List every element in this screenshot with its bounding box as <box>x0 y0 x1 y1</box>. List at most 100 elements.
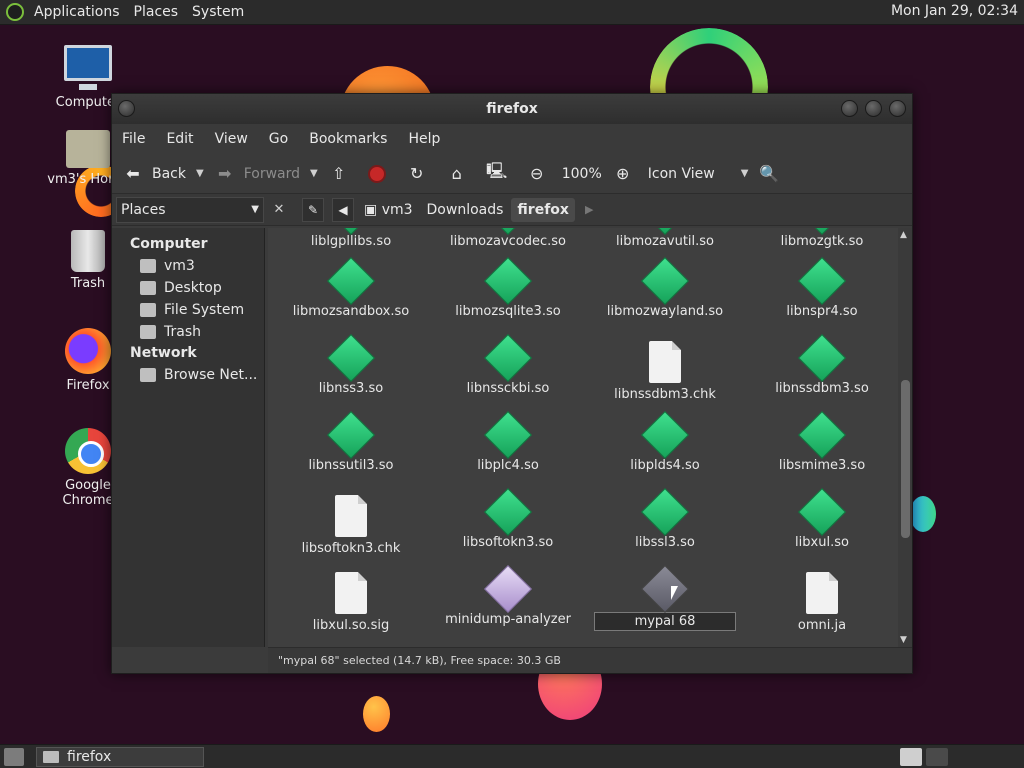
file-item[interactable]: libssl3.so <box>590 487 740 550</box>
breadcrumb-firefox[interactable]: firefox <box>511 197 575 222</box>
firefox-icon <box>65 328 111 374</box>
workspace-1[interactable] <box>900 748 922 766</box>
sidebar-item-trash[interactable]: Trash <box>112 321 264 343</box>
sidebar-item-desktop[interactable]: Desktop <box>112 277 264 299</box>
view-mode-label: Icon View <box>647 165 715 182</box>
file-label: libplds4.so <box>630 458 700 473</box>
file-item[interactable]: liblgpllibs.so <box>276 228 426 249</box>
file-item[interactable]: libxul.so <box>747 487 897 550</box>
file-item[interactable]: minidump-analyzer <box>433 564 583 627</box>
sidebar-item-browse-network[interactable]: Browse Net... <box>112 364 264 386</box>
back-arrow-icon: ⬅ <box>126 164 140 183</box>
sidebar-heading-network: Network <box>130 345 197 361</box>
trash-icon <box>71 230 105 272</box>
file-row: libnssutil3.so libplc4.so libplds4.so li… <box>268 410 898 495</box>
breadcrumb-downloads[interactable]: Downloads <box>421 198 510 222</box>
file-label: libnssdbm3.so <box>775 381 869 396</box>
breadcrumb-vm3[interactable]: ▣ vm3 <box>358 198 419 222</box>
workspace-2[interactable] <box>926 748 948 766</box>
file-item[interactable]: libsoftokn3.chk <box>276 495 426 556</box>
file-icon-view[interactable]: liblgpllibs.so libmozavcodec.so libmozav… <box>268 228 898 647</box>
close-icon[interactable] <box>889 100 906 117</box>
breadcrumb-left-icon[interactable]: ◀ <box>332 197 354 222</box>
scrollbar-thumb[interactable] <box>901 380 910 538</box>
home-button[interactable]: ⌂ <box>446 164 476 183</box>
menu-file[interactable]: File <box>122 131 145 147</box>
file-label: minidump-analyzer <box>445 612 571 627</box>
sidebar-heading-computer: Computer <box>130 236 208 252</box>
vertical-scrollbar[interactable]: ▲ ▼ <box>898 228 912 647</box>
back-button[interactable]: ⬅ Back ▼ <box>122 164 204 183</box>
file-item[interactable]: libnssutil3.so <box>276 410 426 473</box>
window-titlebar[interactable]: firefox <box>112 94 912 124</box>
file-item[interactable]: libnssckbi.so <box>433 333 583 396</box>
reload-icon: ↻ <box>410 164 424 183</box>
taskbar-item-firefox[interactable]: firefox <box>36 746 204 767</box>
back-history-dropdown-icon[interactable]: ▼ <box>196 168 204 179</box>
library-file-icon <box>483 410 533 460</box>
menu-applications[interactable]: Applications <box>30 4 130 20</box>
file-item[interactable]: libmozavcodec.so <box>433 228 583 249</box>
places-select[interactable]: Places ▼ <box>116 196 264 223</box>
file-label: libnssckbi.so <box>466 381 550 396</box>
minimize-icon[interactable] <box>841 100 858 117</box>
file-item[interactable]: libxul.so.sig <box>276 572 426 633</box>
file-item[interactable]: libplc4.so <box>433 410 583 473</box>
menu-help[interactable]: Help <box>408 131 440 147</box>
file-item[interactable]: libmozwayland.so <box>590 256 740 319</box>
show-desktop-icon[interactable] <box>4 747 24 766</box>
menu-bookmarks[interactable]: Bookmarks <box>309 131 387 147</box>
file-item[interactable]: libsoftokn3.so <box>433 487 583 550</box>
stop-button[interactable] <box>367 164 396 183</box>
menu-system[interactable]: System <box>188 4 254 20</box>
zoom-in-button[interactable]: ⊕ <box>612 164 638 183</box>
library-file-icon <box>640 410 690 460</box>
computer-button[interactable]: 🖳 <box>486 160 516 187</box>
toolbar: ⬅ Back ▼ ➡ Forward ▼ ⇧ ↻ ⌂ 🖳 ⊖ 100% ⊕ Ic… <box>112 154 912 194</box>
scroll-down-icon[interactable]: ▼ <box>900 635 907 645</box>
file-item[interactable]: libmozsandbox.so <box>276 256 426 319</box>
menu-edit[interactable]: Edit <box>166 131 193 147</box>
menu-go[interactable]: Go <box>269 131 288 147</box>
document-file-icon <box>649 341 681 383</box>
reload-button[interactable]: ↻ <box>406 164 436 183</box>
file-label: libnssdbm3.chk <box>614 387 716 402</box>
maximize-icon[interactable] <box>865 100 882 117</box>
zoom-out-button[interactable]: ⊖ <box>526 164 552 183</box>
breadcrumb-right-icon[interactable]: ▶ <box>585 203 593 216</box>
search-button[interactable]: 🔍 <box>758 164 788 183</box>
file-item[interactable]: libmozavutil.so <box>590 228 740 249</box>
edit-location-icon[interactable]: ✎ <box>302 197 324 222</box>
forward-history-dropdown-icon[interactable]: ▼ <box>310 168 318 179</box>
file-item[interactable]: libmozsqlite3.so <box>433 256 583 319</box>
view-mode-select[interactable]: Icon View ▼ <box>648 166 749 182</box>
scroll-up-icon[interactable]: ▲ <box>900 230 907 240</box>
zoom-in-icon: ⊕ <box>616 164 630 183</box>
file-item[interactable]: libnspr4.so <box>747 256 897 319</box>
sidebar-item-vm3[interactable]: vm3 <box>112 255 264 277</box>
clock[interactable]: Mon Jan 29, 02:34 <box>891 3 1018 19</box>
sidebar-item-filesystem[interactable]: File System <box>112 299 264 321</box>
file-item[interactable]: libsmime3.so <box>747 410 897 473</box>
file-item[interactable]: libnss3.so <box>276 333 426 396</box>
forward-button[interactable]: ➡ Forward ▼ <box>214 164 318 183</box>
close-sidebar-icon[interactable]: ✕ <box>270 202 288 217</box>
up-button[interactable]: ⇧ <box>328 164 358 183</box>
file-item[interactable]: libnssdbm3.chk <box>590 341 740 402</box>
file-item[interactable]: libmozgtk.so <box>747 228 897 249</box>
file-item[interactable]: libplds4.so <box>590 410 740 473</box>
document-file-icon <box>806 572 838 614</box>
menu-view[interactable]: View <box>215 131 248 147</box>
file-label: liblgpllibs.so <box>310 234 392 249</box>
zoom-out-icon: ⊖ <box>530 164 544 183</box>
window-menu-icon[interactable] <box>118 100 135 117</box>
forward-label: Forward <box>243 165 301 182</box>
zoom-level[interactable]: 100% <box>562 166 602 182</box>
menu-places[interactable]: Places <box>130 4 189 20</box>
file-label: libsmime3.so <box>778 458 866 473</box>
file-item[interactable]: omni.ja <box>747 572 897 633</box>
file-item[interactable]: libnssdbm3.so <box>747 333 897 396</box>
network-icon <box>140 368 156 382</box>
distro-logo-icon[interactable] <box>6 3 24 21</box>
file-item-selected[interactable]: mypal 68 <box>590 564 740 631</box>
